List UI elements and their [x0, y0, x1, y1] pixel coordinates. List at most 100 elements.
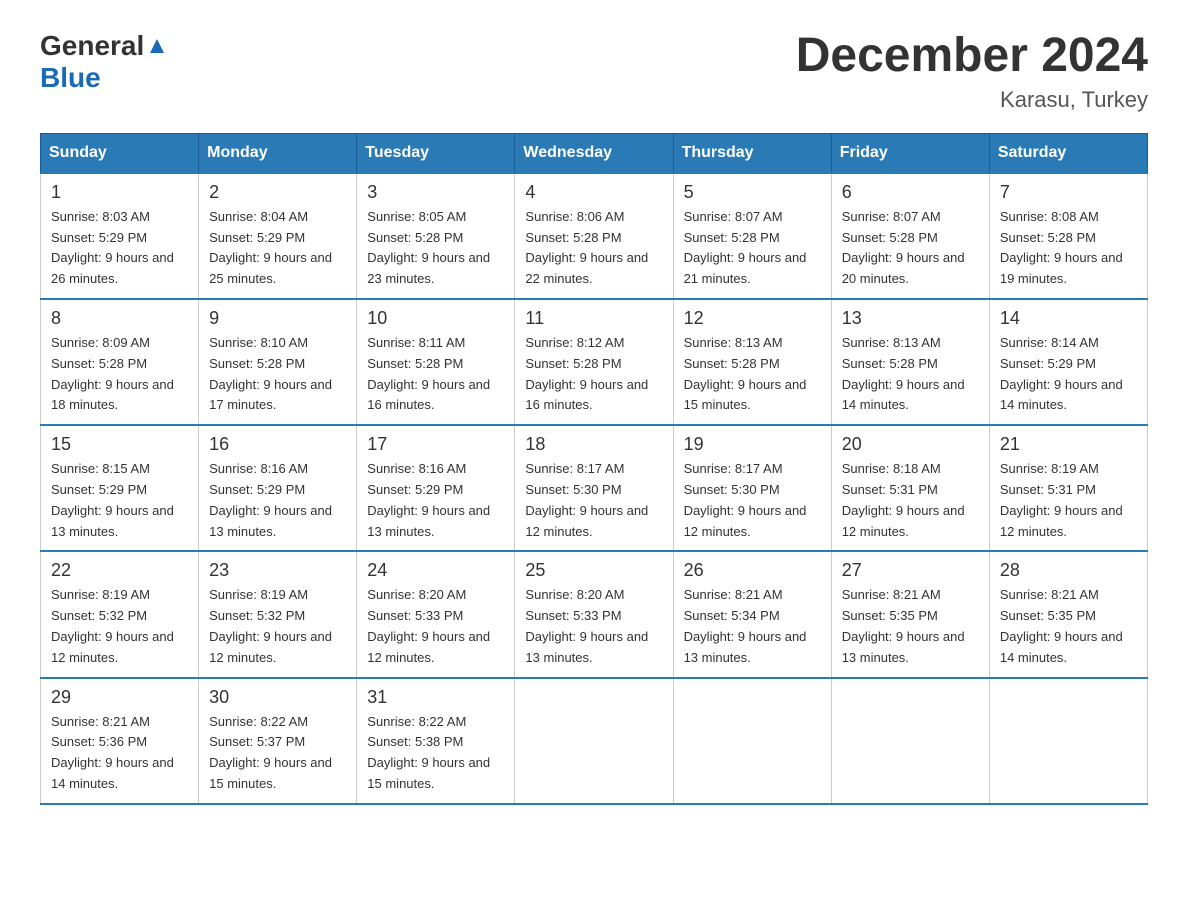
calendar-cell: 27 Sunrise: 8:21 AMSunset: 5:35 PMDaylig…	[831, 551, 989, 677]
day-info: Sunrise: 8:22 AMSunset: 5:38 PMDaylight:…	[367, 714, 490, 791]
calendar-cell: 22 Sunrise: 8:19 AMSunset: 5:32 PMDaylig…	[41, 551, 199, 677]
day-number: 2	[209, 182, 346, 203]
day-info: Sunrise: 8:19 AMSunset: 5:31 PMDaylight:…	[1000, 461, 1123, 538]
day-number: 5	[684, 182, 821, 203]
day-number: 13	[842, 308, 979, 329]
day-number: 8	[51, 308, 188, 329]
calendar-cell: 7 Sunrise: 8:08 AMSunset: 5:28 PMDayligh…	[989, 173, 1147, 299]
day-number: 1	[51, 182, 188, 203]
calendar-title: December 2024	[796, 30, 1148, 83]
day-number: 20	[842, 434, 979, 455]
calendar-cell: 29 Sunrise: 8:21 AMSunset: 5:36 PMDaylig…	[41, 678, 199, 804]
day-info: Sunrise: 8:05 AMSunset: 5:28 PMDaylight:…	[367, 209, 490, 286]
day-info: Sunrise: 8:08 AMSunset: 5:28 PMDaylight:…	[1000, 209, 1123, 286]
day-info: Sunrise: 8:19 AMSunset: 5:32 PMDaylight:…	[209, 587, 332, 664]
day-number: 15	[51, 434, 188, 455]
calendar-cell: 11 Sunrise: 8:12 AMSunset: 5:28 PMDaylig…	[515, 299, 673, 425]
day-info: Sunrise: 8:10 AMSunset: 5:28 PMDaylight:…	[209, 335, 332, 412]
calendar-cell: 12 Sunrise: 8:13 AMSunset: 5:28 PMDaylig…	[673, 299, 831, 425]
calendar-cell	[831, 678, 989, 804]
calendar-cell: 28 Sunrise: 8:21 AMSunset: 5:35 PMDaylig…	[989, 551, 1147, 677]
day-number: 29	[51, 687, 188, 708]
day-info: Sunrise: 8:12 AMSunset: 5:28 PMDaylight:…	[525, 335, 648, 412]
calendar-cell	[989, 678, 1147, 804]
page-header: General Blue December 2024 Karasu, Turke…	[40, 30, 1148, 113]
day-number: 9	[209, 308, 346, 329]
day-number: 10	[367, 308, 504, 329]
calendar-week-row: 15 Sunrise: 8:15 AMSunset: 5:29 PMDaylig…	[41, 425, 1148, 551]
day-info: Sunrise: 8:21 AMSunset: 5:35 PMDaylight:…	[1000, 587, 1123, 664]
calendar-week-row: 29 Sunrise: 8:21 AMSunset: 5:36 PMDaylig…	[41, 678, 1148, 804]
day-number: 4	[525, 182, 662, 203]
logo: General Blue	[40, 30, 168, 94]
calendar-cell	[673, 678, 831, 804]
column-header-friday: Friday	[831, 133, 989, 173]
day-number: 7	[1000, 182, 1137, 203]
day-info: Sunrise: 8:04 AMSunset: 5:29 PMDaylight:…	[209, 209, 332, 286]
day-info: Sunrise: 8:19 AMSunset: 5:32 PMDaylight:…	[51, 587, 174, 664]
day-info: Sunrise: 8:03 AMSunset: 5:29 PMDaylight:…	[51, 209, 174, 286]
day-info: Sunrise: 8:06 AMSunset: 5:28 PMDaylight:…	[525, 209, 648, 286]
calendar-cell: 8 Sunrise: 8:09 AMSunset: 5:28 PMDayligh…	[41, 299, 199, 425]
calendar-cell: 5 Sunrise: 8:07 AMSunset: 5:28 PMDayligh…	[673, 173, 831, 299]
calendar-header: SundayMondayTuesdayWednesdayThursdayFrid…	[41, 133, 1148, 173]
day-number: 25	[525, 560, 662, 581]
calendar-cell: 17 Sunrise: 8:16 AMSunset: 5:29 PMDaylig…	[357, 425, 515, 551]
calendar-cell: 21 Sunrise: 8:19 AMSunset: 5:31 PMDaylig…	[989, 425, 1147, 551]
logo-general-text: General	[40, 30, 144, 62]
day-info: Sunrise: 8:21 AMSunset: 5:36 PMDaylight:…	[51, 714, 174, 791]
column-header-tuesday: Tuesday	[357, 133, 515, 173]
header-row: SundayMondayTuesdayWednesdayThursdayFrid…	[41, 133, 1148, 173]
day-info: Sunrise: 8:14 AMSunset: 5:29 PMDaylight:…	[1000, 335, 1123, 412]
day-info: Sunrise: 8:21 AMSunset: 5:35 PMDaylight:…	[842, 587, 965, 664]
calendar-subtitle: Karasu, Turkey	[796, 87, 1148, 113]
day-info: Sunrise: 8:07 AMSunset: 5:28 PMDaylight:…	[684, 209, 807, 286]
calendar-week-row: 8 Sunrise: 8:09 AMSunset: 5:28 PMDayligh…	[41, 299, 1148, 425]
calendar-cell: 19 Sunrise: 8:17 AMSunset: 5:30 PMDaylig…	[673, 425, 831, 551]
calendar-cell: 30 Sunrise: 8:22 AMSunset: 5:37 PMDaylig…	[199, 678, 357, 804]
column-header-thursday: Thursday	[673, 133, 831, 173]
day-number: 24	[367, 560, 504, 581]
calendar-cell: 14 Sunrise: 8:14 AMSunset: 5:29 PMDaylig…	[989, 299, 1147, 425]
day-info: Sunrise: 8:20 AMSunset: 5:33 PMDaylight:…	[525, 587, 648, 664]
day-number: 19	[684, 434, 821, 455]
day-info: Sunrise: 8:09 AMSunset: 5:28 PMDaylight:…	[51, 335, 174, 412]
calendar-cell: 1 Sunrise: 8:03 AMSunset: 5:29 PMDayligh…	[41, 173, 199, 299]
day-number: 28	[1000, 560, 1137, 581]
day-info: Sunrise: 8:15 AMSunset: 5:29 PMDaylight:…	[51, 461, 174, 538]
logo-blue-text: Blue	[40, 62, 101, 93]
calendar-week-row: 1 Sunrise: 8:03 AMSunset: 5:29 PMDayligh…	[41, 173, 1148, 299]
calendar-cell: 10 Sunrise: 8:11 AMSunset: 5:28 PMDaylig…	[357, 299, 515, 425]
calendar-cell: 9 Sunrise: 8:10 AMSunset: 5:28 PMDayligh…	[199, 299, 357, 425]
calendar-week-row: 22 Sunrise: 8:19 AMSunset: 5:32 PMDaylig…	[41, 551, 1148, 677]
day-number: 6	[842, 182, 979, 203]
day-info: Sunrise: 8:18 AMSunset: 5:31 PMDaylight:…	[842, 461, 965, 538]
day-info: Sunrise: 8:17 AMSunset: 5:30 PMDaylight:…	[525, 461, 648, 538]
day-info: Sunrise: 8:13 AMSunset: 5:28 PMDaylight:…	[842, 335, 965, 412]
day-number: 21	[1000, 434, 1137, 455]
day-number: 11	[525, 308, 662, 329]
calendar-cell	[515, 678, 673, 804]
calendar-title-block: December 2024 Karasu, Turkey	[796, 30, 1148, 113]
calendar-cell: 2 Sunrise: 8:04 AMSunset: 5:29 PMDayligh…	[199, 173, 357, 299]
calendar-cell: 13 Sunrise: 8:13 AMSunset: 5:28 PMDaylig…	[831, 299, 989, 425]
day-info: Sunrise: 8:20 AMSunset: 5:33 PMDaylight:…	[367, 587, 490, 664]
day-number: 30	[209, 687, 346, 708]
day-number: 12	[684, 308, 821, 329]
day-number: 27	[842, 560, 979, 581]
day-info: Sunrise: 8:22 AMSunset: 5:37 PMDaylight:…	[209, 714, 332, 791]
day-number: 23	[209, 560, 346, 581]
calendar-cell: 26 Sunrise: 8:21 AMSunset: 5:34 PMDaylig…	[673, 551, 831, 677]
calendar-cell: 6 Sunrise: 8:07 AMSunset: 5:28 PMDayligh…	[831, 173, 989, 299]
calendar-cell: 4 Sunrise: 8:06 AMSunset: 5:28 PMDayligh…	[515, 173, 673, 299]
day-number: 16	[209, 434, 346, 455]
calendar-cell: 24 Sunrise: 8:20 AMSunset: 5:33 PMDaylig…	[357, 551, 515, 677]
calendar-cell: 31 Sunrise: 8:22 AMSunset: 5:38 PMDaylig…	[357, 678, 515, 804]
day-number: 22	[51, 560, 188, 581]
day-info: Sunrise: 8:13 AMSunset: 5:28 PMDaylight:…	[684, 335, 807, 412]
day-number: 17	[367, 434, 504, 455]
day-info: Sunrise: 8:11 AMSunset: 5:28 PMDaylight:…	[367, 335, 490, 412]
calendar-cell: 16 Sunrise: 8:16 AMSunset: 5:29 PMDaylig…	[199, 425, 357, 551]
day-info: Sunrise: 8:16 AMSunset: 5:29 PMDaylight:…	[209, 461, 332, 538]
calendar-cell: 20 Sunrise: 8:18 AMSunset: 5:31 PMDaylig…	[831, 425, 989, 551]
